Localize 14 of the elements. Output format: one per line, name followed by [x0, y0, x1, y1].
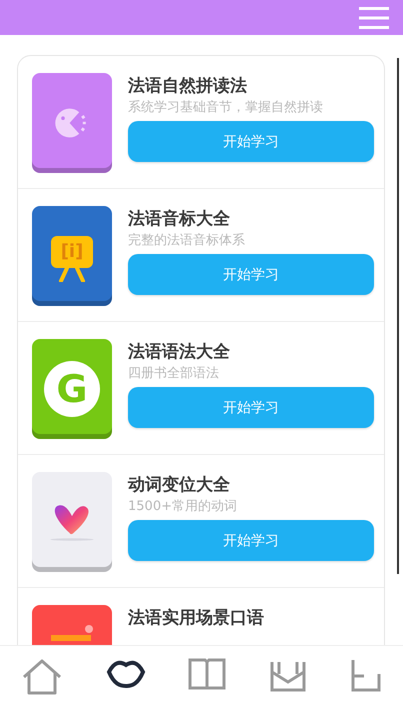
start-button[interactable]: 开始学习: [128, 520, 374, 561]
course-title: 法语实用场景口语: [128, 607, 265, 630]
course-description: 完整的法语音标体系: [128, 232, 246, 250]
course-title: 法语自然拼读法: [128, 75, 248, 98]
course-title: 法语音标大全: [128, 208, 231, 231]
course-description: 1500+常用的动词: [128, 498, 238, 516]
course-description: 系统学习基础音节，掌握自然拼读: [128, 99, 324, 117]
start-button[interactable]: 开始学习: [128, 254, 374, 295]
start-button[interactable]: 开始学习: [128, 387, 374, 428]
course-title: 法语语法大全: [128, 341, 231, 364]
start-button[interactable]: 开始学习: [128, 121, 374, 162]
course-description: 四册书全部语法: [128, 365, 220, 383]
course-title: 动词变位大全: [128, 474, 231, 497]
letter-icon: G: [44, 361, 100, 417]
